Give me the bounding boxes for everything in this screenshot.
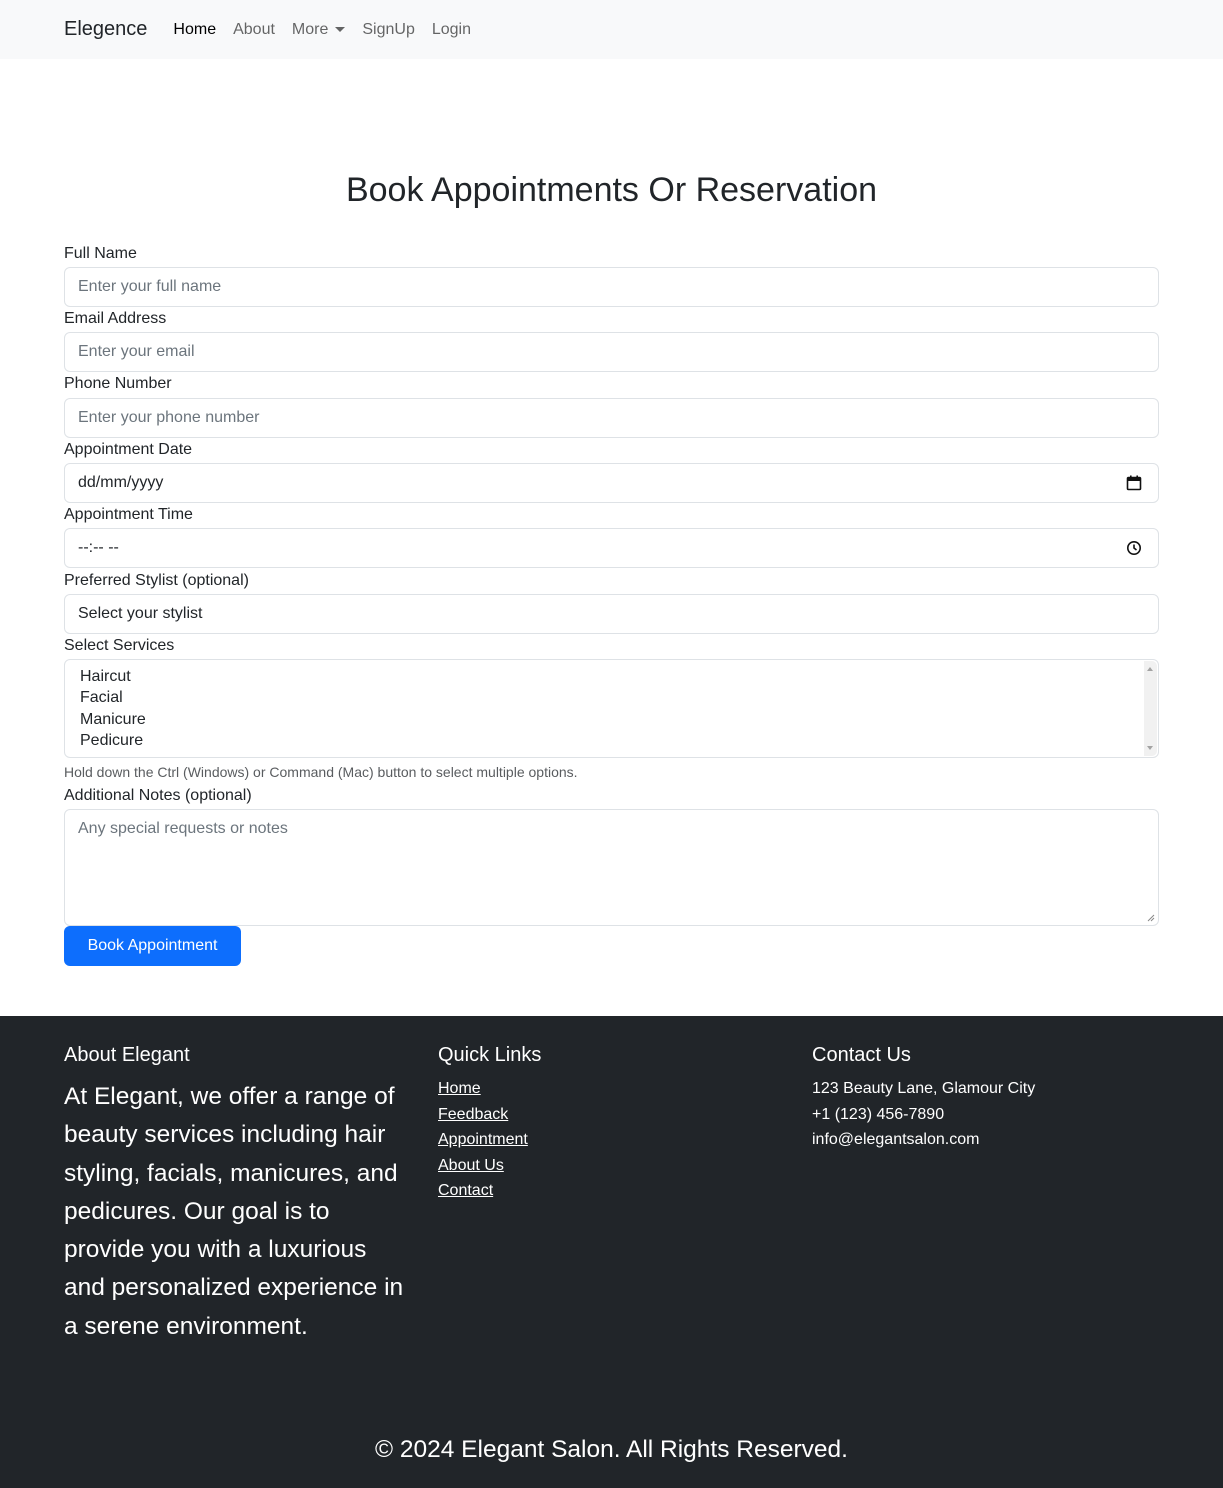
book-appointment-button[interactable]: Book Appointment xyxy=(64,926,241,966)
phone-label: Phone Number xyxy=(64,375,172,392)
nav-about[interactable]: About xyxy=(233,21,275,39)
footer-quick-links-heading: Quick Links xyxy=(438,1044,542,1066)
nav-more-dropdown[interactable]: More xyxy=(291,20,346,39)
notes-label: Additional Notes (optional) xyxy=(64,787,252,804)
date-value: dd/mm/yyyy xyxy=(78,474,164,491)
clock-icon[interactable] xyxy=(1126,540,1142,556)
scroll-down-arrow-icon[interactable] xyxy=(1147,746,1153,750)
footer-phone: +1 (123) 456-7890 xyxy=(812,1105,945,1123)
nav-signup[interactable]: SignUp xyxy=(362,21,414,39)
footer-contact: Contact Us 123 Beauty Lane, Glamour City… xyxy=(812,1042,1035,1153)
resize-grip-icon[interactable] xyxy=(1147,914,1155,922)
footer-about-heading: About Elegant xyxy=(64,1044,190,1066)
services-scrollbar[interactable] xyxy=(1144,661,1157,756)
notes-textarea[interactable]: Any special requests or notes xyxy=(64,809,1159,926)
time-label: Appointment Time xyxy=(64,506,193,523)
notes-placeholder: Any special requests or notes xyxy=(78,820,288,837)
services-label: Select Services xyxy=(64,637,175,654)
service-option-manicure[interactable]: Manicure xyxy=(80,709,1158,730)
footer-about: About Elegant At Elegant, we offer a ran… xyxy=(64,1042,409,1346)
footer-quick-links: Quick Links Home Feedback Appointment Ab… xyxy=(438,1042,541,1204)
footer-address: 123 Beauty Lane, Glamour City xyxy=(812,1080,1036,1097)
footer-link-about-us[interactable]: About Us xyxy=(438,1153,541,1179)
main-content: Book Appointments Or Reservation Select … xyxy=(0,59,1223,1016)
phone-placeholder: Enter your phone number xyxy=(78,409,260,426)
footer-link-contact[interactable]: Contact xyxy=(438,1178,541,1204)
caret-down-icon xyxy=(335,27,346,32)
email-label: Email Address xyxy=(64,310,167,327)
email-input[interactable]: Enter your email xyxy=(64,332,1159,372)
phone-input[interactable]: Enter your phone number xyxy=(64,398,1159,438)
service-option-facial[interactable]: Facial xyxy=(80,687,1158,708)
brand-link[interactable]: Elegence xyxy=(64,18,147,41)
footer-link-appointment[interactable]: Appointment xyxy=(438,1127,541,1153)
date-input[interactable]: dd/mm/yyyy xyxy=(64,463,1159,503)
footer-about-text: At Elegant, we offer a range of beauty s… xyxy=(64,1083,404,1340)
stylist-label: Preferred Stylist (optional) xyxy=(64,572,249,589)
email-placeholder: Enter your email xyxy=(78,343,195,360)
service-option-pedicure[interactable]: Pedicure xyxy=(80,730,1158,751)
time-input[interactable]: --:-- -- xyxy=(64,528,1159,568)
scroll-up-arrow-icon[interactable] xyxy=(1147,667,1153,671)
footer-email: info@elegantsalon.com xyxy=(812,1131,980,1148)
footer-contact-heading: Contact Us xyxy=(812,1044,911,1066)
time-value: --:-- -- xyxy=(78,539,119,556)
footer: About Elegant At Elegant, we offer a ran… xyxy=(0,1016,1223,1488)
services-multiselect[interactable]: Haircut Facial Manicure Pedicure xyxy=(64,659,1159,758)
footer-link-home[interactable]: Home xyxy=(438,1076,541,1102)
nav-home[interactable]: Home xyxy=(173,21,216,39)
navbar: Elegence Home About More SignUp Login xyxy=(0,0,1223,59)
date-label: Appointment Date xyxy=(64,441,193,458)
full-name-input[interactable]: Enter your full name xyxy=(64,267,1159,307)
full-name-placeholder: Enter your full name xyxy=(78,278,222,295)
page-title: Book Appointments Or Reservation xyxy=(345,171,878,209)
calendar-icon[interactable] xyxy=(1126,475,1142,491)
nav-more-label: More xyxy=(291,20,329,38)
stylist-value: Select your stylist xyxy=(78,605,203,622)
stylist-select[interactable]: Select your stylist xyxy=(64,594,1159,634)
services-help-text: Hold down the Ctrl (Windows) or Command … xyxy=(64,764,578,780)
copyright-text: © 2024 Elegant Salon. All Rights Reserve… xyxy=(375,1436,848,1463)
nav-login[interactable]: Login xyxy=(432,21,471,39)
footer-link-feedback[interactable]: Feedback xyxy=(438,1102,541,1128)
service-option-haircut[interactable]: Haircut xyxy=(80,666,1158,687)
full-name-label: Full Name xyxy=(64,245,137,262)
